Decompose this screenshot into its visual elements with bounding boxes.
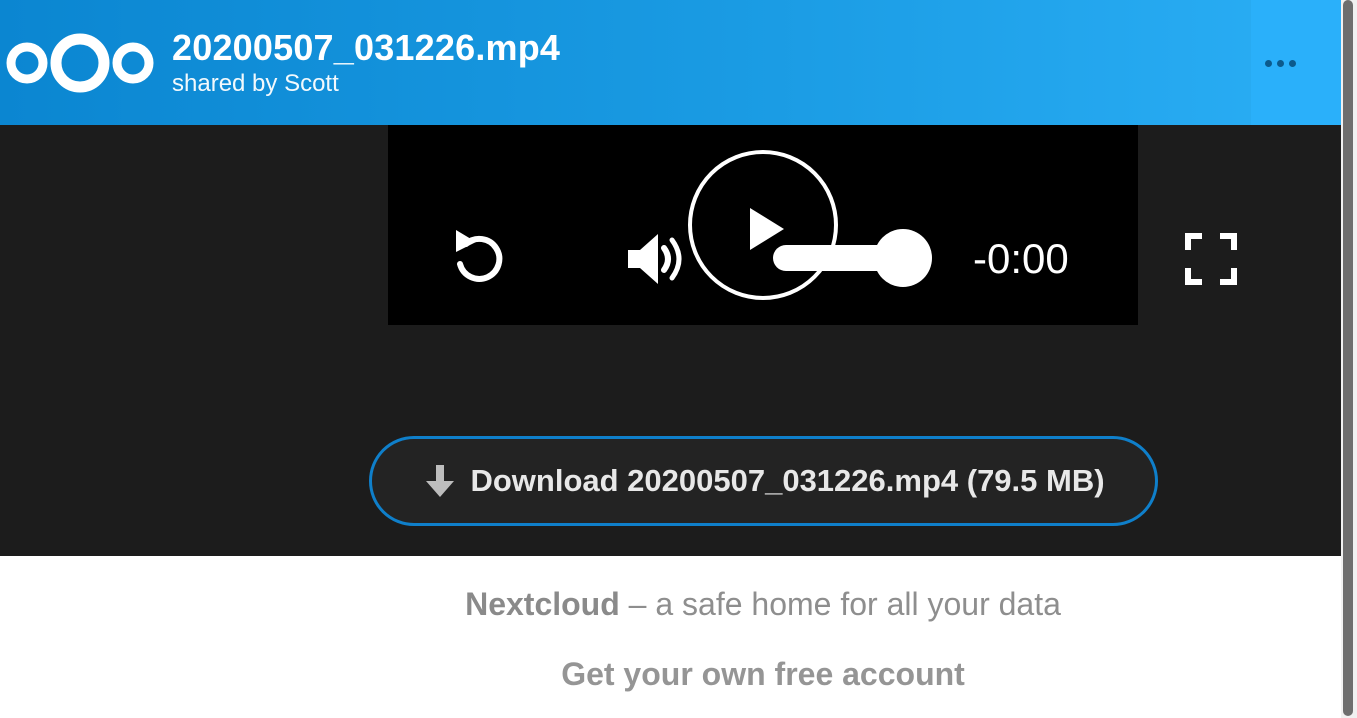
- tagline-text: – a safe home for all your data: [619, 586, 1061, 622]
- brand-name[interactable]: Nextcloud: [465, 586, 620, 622]
- more-menu-button[interactable]: [1257, 40, 1303, 86]
- more-dot: [1276, 59, 1284, 67]
- play-icon: [750, 208, 784, 250]
- shared-by-label: shared by Scott: [172, 70, 339, 97]
- fullscreen-icon[interactable]: [1184, 232, 1238, 286]
- header-bar: 20200507_031226.mp4 shared by Scott: [0, 0, 1341, 125]
- more-horizontal-icon: [1264, 59, 1272, 67]
- file-title: 20200507_031226.mp4: [172, 27, 561, 68]
- time-remaining: -0:00: [973, 235, 1069, 282]
- more-dot: [1288, 59, 1296, 67]
- download-label: Download 20200507_031226.mp4 (79.5 MB): [470, 463, 1105, 498]
- download-button[interactable]: Download 20200507_031226.mp4 (79.5 MB): [369, 436, 1158, 526]
- play-button[interactable]: [686, 148, 840, 302]
- scrollbar-thumb[interactable]: [1343, 0, 1353, 716]
- download-arrow-icon: [426, 465, 455, 497]
- footer: [0, 556, 1341, 718]
- share-page: 20200507_031226.mp4 shared by Scott -0:0…: [0, 0, 1341, 718]
- signup-link[interactable]: Get your own free account: [0, 656, 1357, 693]
- volume-icon[interactable]: [626, 230, 690, 288]
- replay-icon[interactable]: [446, 224, 510, 290]
- volume-slider-handle: [874, 229, 932, 287]
- header-title-block: 20200507_031226.mp4 shared by Scott: [172, 26, 560, 98]
- footer-tagline: Nextcloud – a safe home for all your dat…: [0, 586, 1357, 623]
- nextcloud-logo[interactable]: [2, 26, 158, 100]
